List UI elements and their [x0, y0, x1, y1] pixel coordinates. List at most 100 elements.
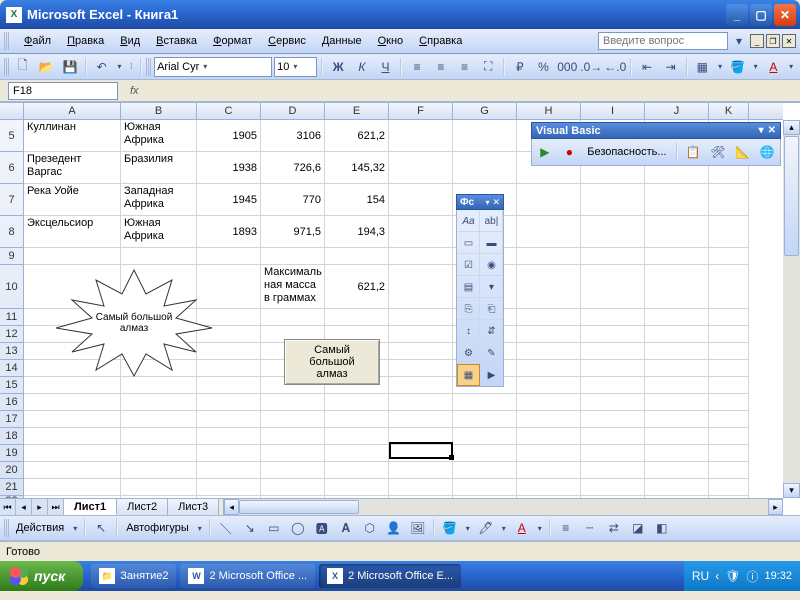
cell[interactable]	[261, 462, 325, 479]
cell[interactable]	[581, 343, 645, 360]
currency-icon[interactable]: ₽	[509, 56, 531, 78]
cell[interactable]: Эксцельсиор	[24, 216, 121, 248]
cell[interactable]	[517, 309, 581, 326]
tray-arrow-icon[interactable]: ‹	[715, 569, 719, 583]
cell[interactable]: Западная Африка	[121, 184, 197, 216]
tray-shield-icon[interactable]: 🛡	[725, 569, 740, 583]
tray-clock[interactable]: 19:32	[764, 570, 792, 582]
decrease-indent-icon[interactable]: ⇤	[636, 56, 658, 78]
toolbar-close-icon[interactable]: ✕	[492, 197, 500, 208]
listbox-control-icon[interactable]: ▤	[457, 276, 480, 298]
cell[interactable]	[389, 120, 453, 152]
scroll-thumb[interactable]	[784, 136, 799, 256]
col-header-A[interactable]: A	[24, 103, 121, 119]
button-control-icon[interactable]: ▬	[480, 232, 503, 254]
cell[interactable]	[453, 479, 517, 496]
spinner-control-icon[interactable]: ⇵	[480, 320, 503, 342]
cell[interactable]	[325, 411, 389, 428]
menu-сервис[interactable]: Сервис	[260, 32, 314, 50]
cell[interactable]	[709, 445, 749, 462]
taskbar-item[interactable]: W2 Microsoft Office ...	[180, 564, 315, 588]
cell[interactable]	[645, 309, 709, 326]
cell[interactable]	[517, 411, 581, 428]
cell[interactable]	[581, 248, 645, 265]
cell[interactable]	[581, 411, 645, 428]
cell[interactable]	[389, 411, 453, 428]
cell[interactable]	[197, 445, 261, 462]
horizontal-scrollbar[interactable]: ◂ ▸	[223, 499, 783, 515]
line-style-icon[interactable]: ≡	[555, 517, 577, 539]
toolbar-grip-icon[interactable]	[4, 58, 10, 76]
col-header-K[interactable]: K	[709, 103, 749, 119]
sheet-tab-Лист2[interactable]: Лист2	[117, 499, 168, 515]
cell[interactable]	[389, 360, 453, 377]
toolbar-grip-icon[interactable]	[146, 58, 152, 76]
menu-окно[interactable]: Окно	[370, 32, 412, 50]
menu-справка[interactable]: Справка	[411, 32, 470, 50]
cell[interactable]	[389, 265, 453, 309]
font-name-combo[interactable]: Arial Cyr▾	[154, 57, 272, 77]
cell[interactable]	[389, 445, 453, 462]
window-minimize-button[interactable]: _	[726, 4, 748, 26]
cell[interactable]	[581, 394, 645, 411]
cell[interactable]	[581, 479, 645, 496]
taskbar-item[interactable]: 📁Занятие2	[91, 564, 176, 588]
tab-nav-next-icon[interactable]: ▸	[32, 499, 48, 515]
taskbar-item[interactable]: X2 Microsoft Office E...	[319, 564, 461, 588]
toolbar-close-icon[interactable]: ✕	[768, 125, 776, 136]
new-file-icon[interactable]: 🗋	[12, 56, 34, 78]
col-header-E[interactable]: E	[325, 103, 389, 119]
select-all-corner[interactable]	[0, 103, 24, 120]
row-header-19[interactable]: 19	[0, 445, 24, 462]
cell[interactable]	[389, 216, 453, 248]
cell[interactable]	[197, 462, 261, 479]
security-button[interactable]: Безопасность...	[583, 146, 670, 158]
cell[interactable]	[325, 445, 389, 462]
workbook-close-button[interactable]: ✕	[782, 34, 796, 48]
combolist-control-icon[interactable]: ⎘	[457, 298, 480, 320]
cell[interactable]	[453, 152, 517, 184]
cell[interactable]: Презедент Варгас	[24, 152, 121, 184]
font-color-icon[interactable]: А	[511, 517, 533, 539]
font-color-dropdown-icon[interactable]: ▾	[786, 56, 796, 78]
cell[interactable]	[389, 248, 453, 265]
borders-dropdown-icon[interactable]: ▾	[715, 56, 725, 78]
menu-формат[interactable]: Формат	[205, 32, 260, 50]
checkbox-control-icon[interactable]: ☑	[457, 254, 480, 276]
cell[interactable]	[517, 326, 581, 343]
select-objects-icon[interactable]: ↖	[90, 517, 112, 539]
cell[interactable]	[517, 343, 581, 360]
col-header-I[interactable]: I	[581, 103, 645, 119]
window-maximize-button[interactable]: ▢	[750, 4, 772, 26]
cell[interactable]	[517, 216, 581, 248]
cell[interactable]: 726,6	[261, 152, 325, 184]
cell[interactable]	[645, 265, 709, 309]
cell[interactable]	[389, 309, 453, 326]
cell[interactable]	[389, 377, 453, 394]
dropdown-icon[interactable]: ▾	[70, 517, 80, 539]
cell[interactable]	[325, 462, 389, 479]
picture-icon[interactable]: 🖼	[407, 517, 429, 539]
cell[interactable]	[389, 152, 453, 184]
undo-icon[interactable]: ↶	[91, 56, 113, 78]
cell[interactable]: Бразилия	[121, 152, 197, 184]
cell[interactable]	[581, 216, 645, 248]
cell[interactable]	[389, 184, 453, 216]
save-file-icon[interactable]: 💾	[59, 56, 81, 78]
cell[interactable]	[325, 394, 389, 411]
comma-icon[interactable]: 000	[556, 56, 578, 78]
cell[interactable]: 1905	[197, 120, 261, 152]
cell[interactable]	[121, 377, 197, 394]
scroll-up-icon[interactable]: ▴	[783, 120, 800, 135]
cell[interactable]	[24, 445, 121, 462]
cell[interactable]	[389, 428, 453, 445]
cell[interactable]: Река Уойе	[24, 184, 121, 216]
cell[interactable]	[325, 428, 389, 445]
run-dialog-icon[interactable]: ▶	[480, 364, 503, 386]
help-dropdown-icon[interactable]: ▾	[732, 30, 746, 52]
tray-lang-indicator[interactable]: RU	[692, 569, 709, 583]
cell[interactable]	[261, 248, 325, 265]
menu-данные[interactable]: Данные	[314, 32, 370, 50]
toolbar-options-icon[interactable]: ⁞	[126, 56, 136, 78]
underline-icon[interactable]: Ч	[375, 56, 397, 78]
